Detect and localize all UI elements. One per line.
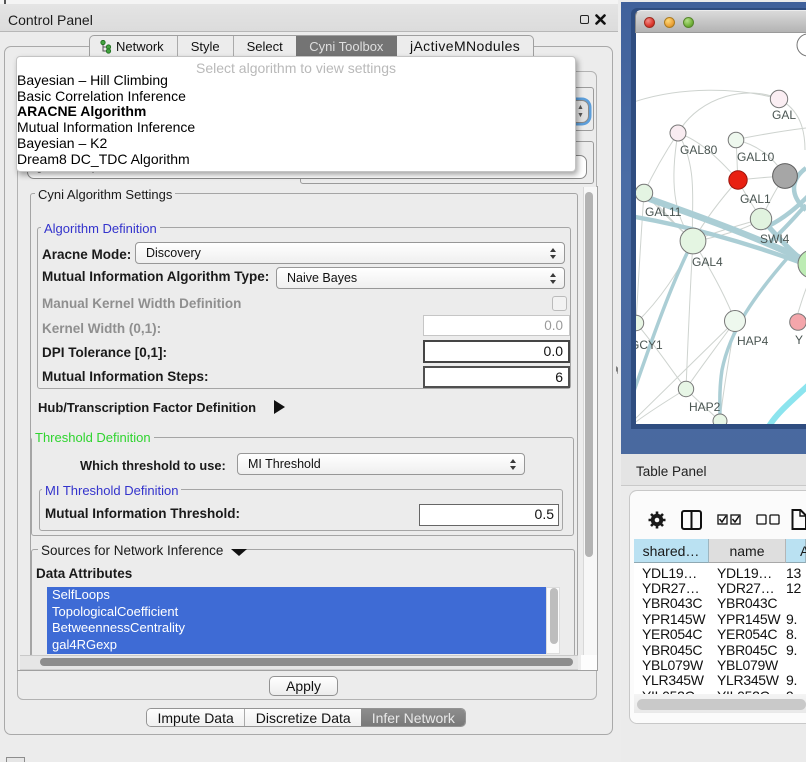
svg-text:SWI4: SWI4 (760, 232, 790, 246)
svg-text:GAL10: GAL10 (737, 150, 775, 164)
svg-text:GAL80: GAL80 (680, 143, 718, 157)
svg-text:Y: Y (795, 333, 803, 347)
svg-text:GAL11: GAL11 (645, 205, 682, 219)
svg-text:HAP2: HAP2 (689, 400, 721, 414)
svg-text:GAL1: GAL1 (740, 192, 771, 206)
svg-text:HAP4: HAP4 (737, 334, 769, 348)
svg-text:GAL4: GAL4 (692, 255, 723, 269)
svg-text:GAL: GAL (772, 108, 796, 122)
svg-text:GCY1: GCY1 (636, 338, 663, 352)
